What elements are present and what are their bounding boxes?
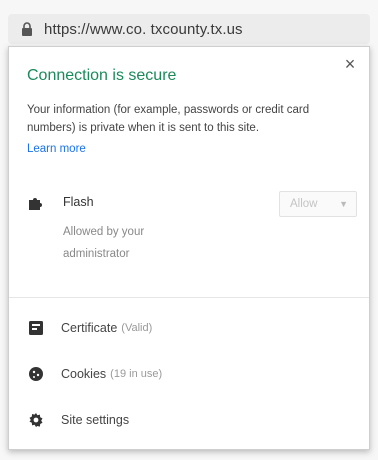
certificate-status: (Valid) — [121, 322, 153, 334]
permission-status: Allowed by your administrator — [63, 221, 173, 265]
site-settings-label: Site settings — [61, 413, 130, 427]
connection-description: Your information (for example, passwords… — [27, 104, 310, 134]
chevron-down-icon: ▼ — [339, 199, 348, 209]
cookie-icon — [27, 365, 45, 383]
connection-title: Connection is secure — [27, 67, 177, 84]
close-icon[interactable]: × — [341, 55, 359, 73]
learn-more-link[interactable]: Learn more — [27, 143, 86, 155]
permission-select[interactable]: Allow ▼ — [279, 191, 357, 217]
lock-icon[interactable] — [20, 21, 34, 37]
certificate-icon — [27, 319, 45, 337]
site-info-popup: × Connection is secure Your information … — [8, 46, 370, 450]
permission-row-flash: Flash Allowed by your administrator Allo… — [27, 191, 357, 271]
url-text[interactable]: https://www.co. txcounty.tx.us — [44, 21, 243, 38]
divider — [9, 297, 369, 298]
browser-frame: https://www.co. txcounty.tx.us × Connect… — [0, 0, 378, 460]
certificate-label: Certificate — [61, 321, 118, 335]
gear-icon — [27, 411, 45, 429]
certificate-row[interactable]: Certificate (Valid) — [27, 317, 347, 339]
cookies-row[interactable]: Cookies (19 in use) — [27, 363, 347, 385]
permission-status-line1: Allowed by your — [63, 226, 145, 238]
address-bar[interactable]: https://www.co. txcounty.tx.us — [8, 14, 370, 44]
permission-select-value: Allow — [290, 198, 318, 210]
cookies-label: Cookies — [61, 367, 107, 381]
permission-status-line2: administrator — [63, 248, 130, 260]
cookies-count: (19 in use) — [110, 368, 163, 380]
puzzle-icon — [27, 195, 43, 211]
site-settings-row[interactable]: Site settings — [27, 409, 347, 431]
permission-name: Flash — [63, 195, 94, 209]
